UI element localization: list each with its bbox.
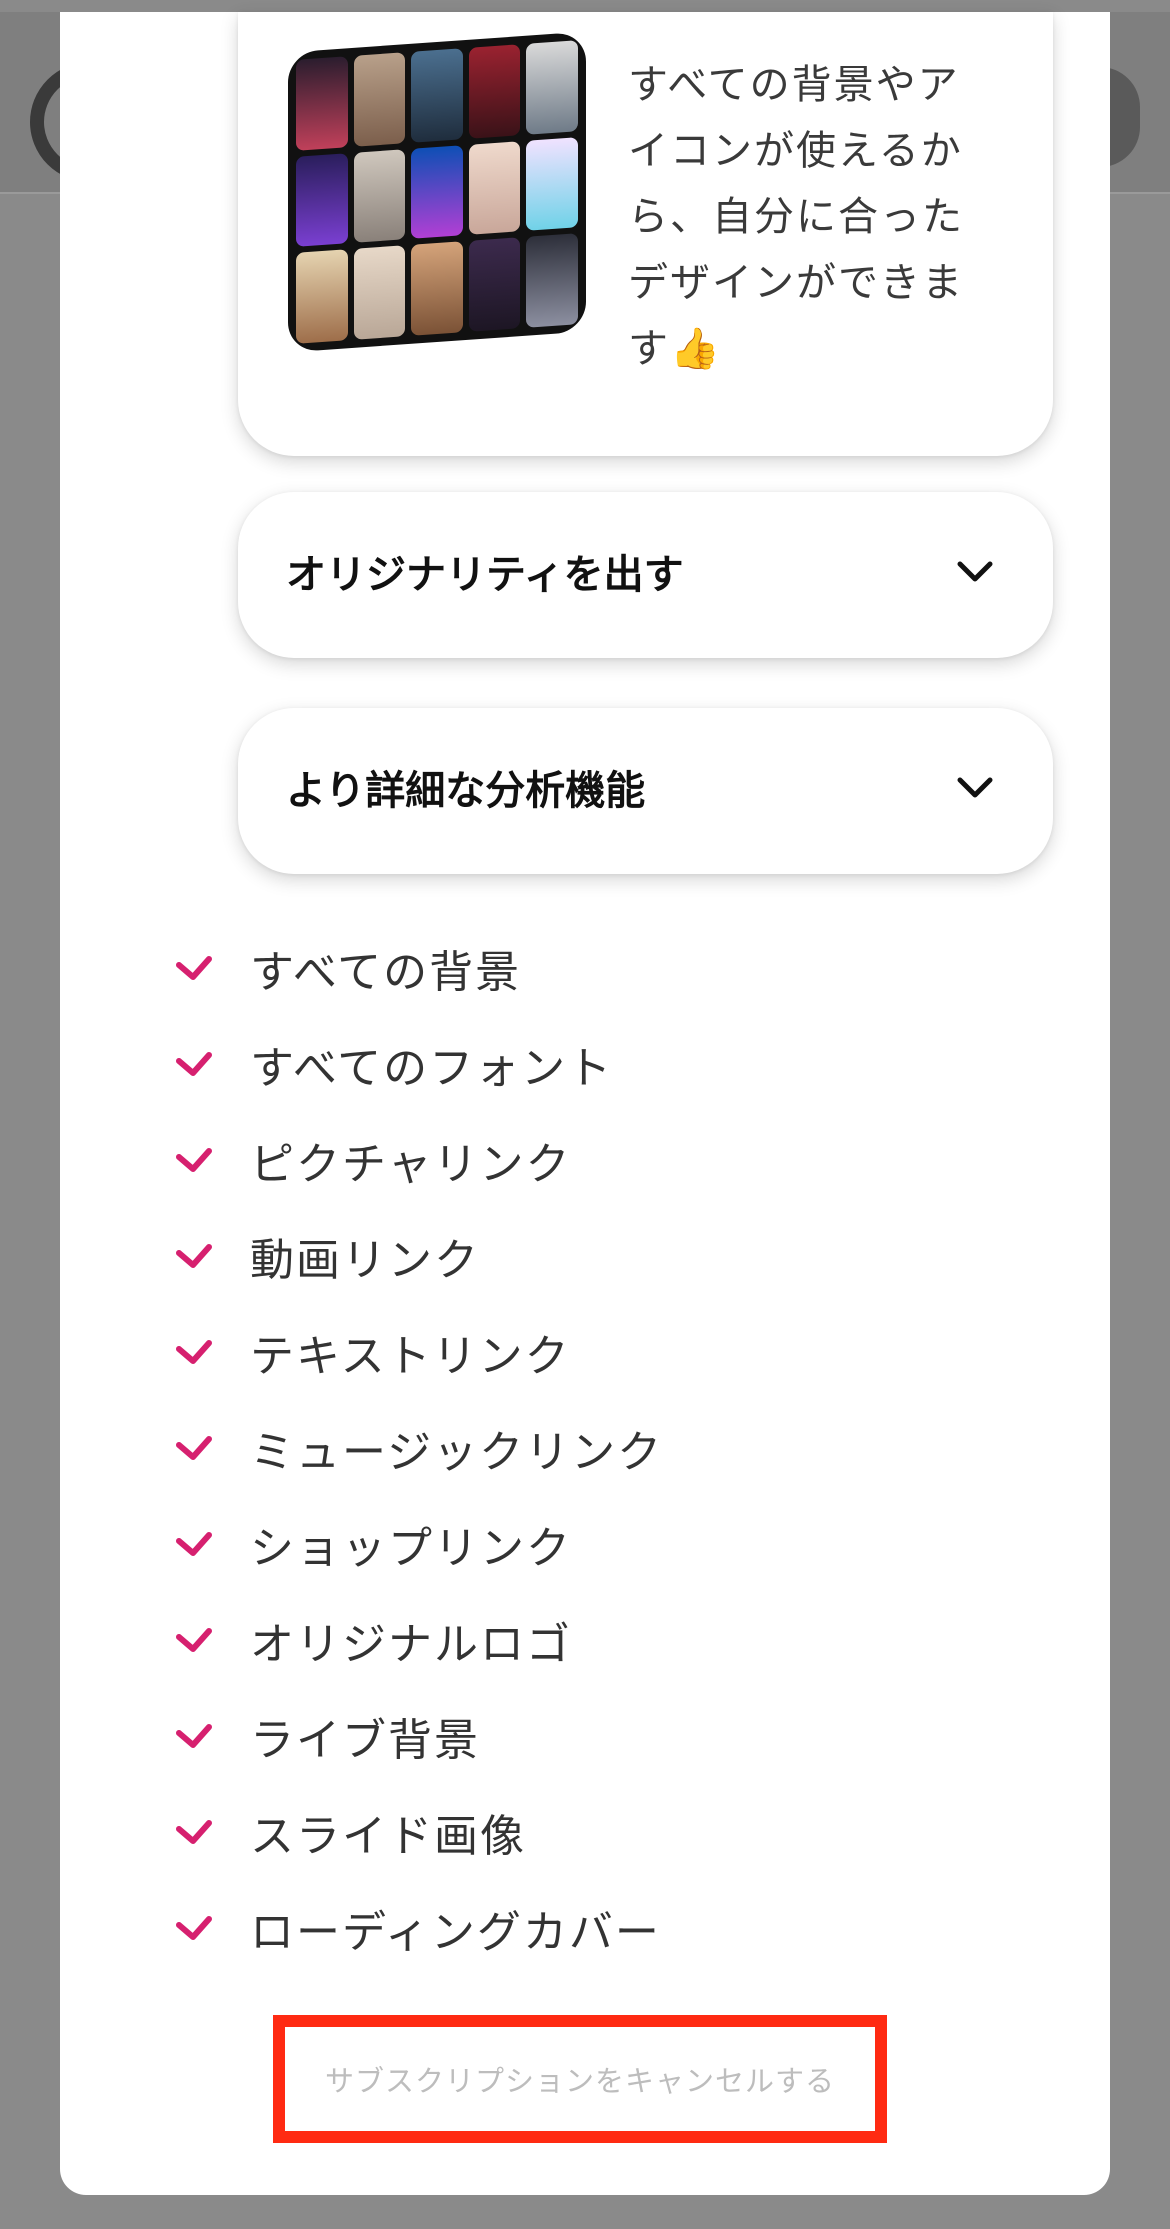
check-icon	[176, 1532, 212, 1556]
feature-label: スライド画像	[250, 1811, 526, 1862]
feature-info-card: すべての背景やアイコンが使えるから、自分に合ったデザインができます👍	[238, 12, 1053, 456]
feature-label: ローディングカバー	[250, 1907, 661, 1958]
check-icon	[176, 1724, 212, 1748]
feature-label: ピクチャリンク	[250, 1139, 572, 1190]
list-item: ピクチャリンク	[175, 1112, 975, 1208]
list-item: スライド画像	[175, 1784, 975, 1880]
highlighted-cancel-region: サブスクリプションをキャンセルする	[273, 2015, 887, 2143]
list-item: ローディングカバー	[175, 1880, 975, 1976]
list-item: ミュージックリンク	[175, 1400, 975, 1496]
feature-label: すべての背景	[250, 947, 522, 998]
check-icon	[176, 1820, 212, 1844]
list-item: オリジナルロゴ	[175, 1592, 975, 1688]
check-icon	[176, 956, 212, 980]
check-icon	[176, 1436, 212, 1460]
chevron-down-icon	[957, 777, 993, 798]
check-icon	[176, 1244, 212, 1268]
feature-label: オリジナルロゴ	[250, 1619, 572, 1670]
cancel-subscription-link[interactable]: サブスクリプションをキャンセルする	[325, 2058, 835, 2100]
list-item: すべてのフォント	[175, 1016, 975, 1112]
list-item: テキストリンク	[175, 1304, 975, 1400]
background-gallery-image	[288, 31, 586, 353]
list-item: すべての背景	[175, 920, 975, 1016]
accordion-analytics[interactable]: より詳細な分析機能	[238, 708, 1053, 874]
check-icon	[176, 1628, 212, 1652]
feature-label: テキストリンク	[250, 1331, 571, 1382]
feature-list: すべての背景 すべてのフォント ピクチャリンク 動画リンク テキストリンク ミュ…	[175, 920, 975, 1976]
feature-label: ショップリンク	[250, 1523, 572, 1574]
chevron-down-icon	[957, 561, 993, 582]
feature-label: すべてのフォント	[250, 1043, 614, 1094]
check-icon	[176, 1052, 212, 1076]
accordion-originality[interactable]: オリジナリティを出す	[238, 492, 1053, 658]
feature-label: ライブ背景	[250, 1715, 480, 1766]
info-card-text: すべての背景やアイコンが使えるから、自分に合ったデザインができます👍	[628, 62, 964, 372]
list-item: ショップリンク	[175, 1496, 975, 1592]
check-icon	[176, 1148, 212, 1172]
accordion-title: オリジナリティを出す	[286, 552, 684, 598]
check-icon	[176, 1340, 212, 1364]
list-item: ライブ背景	[175, 1688, 975, 1784]
check-icon	[176, 1916, 212, 1940]
accordion-title: より詳細な分析機能	[286, 768, 646, 814]
list-item: 動画リンク	[175, 1208, 975, 1304]
feature-label: 動画リンク	[250, 1235, 480, 1286]
feature-label: ミュージックリンク	[250, 1427, 664, 1478]
